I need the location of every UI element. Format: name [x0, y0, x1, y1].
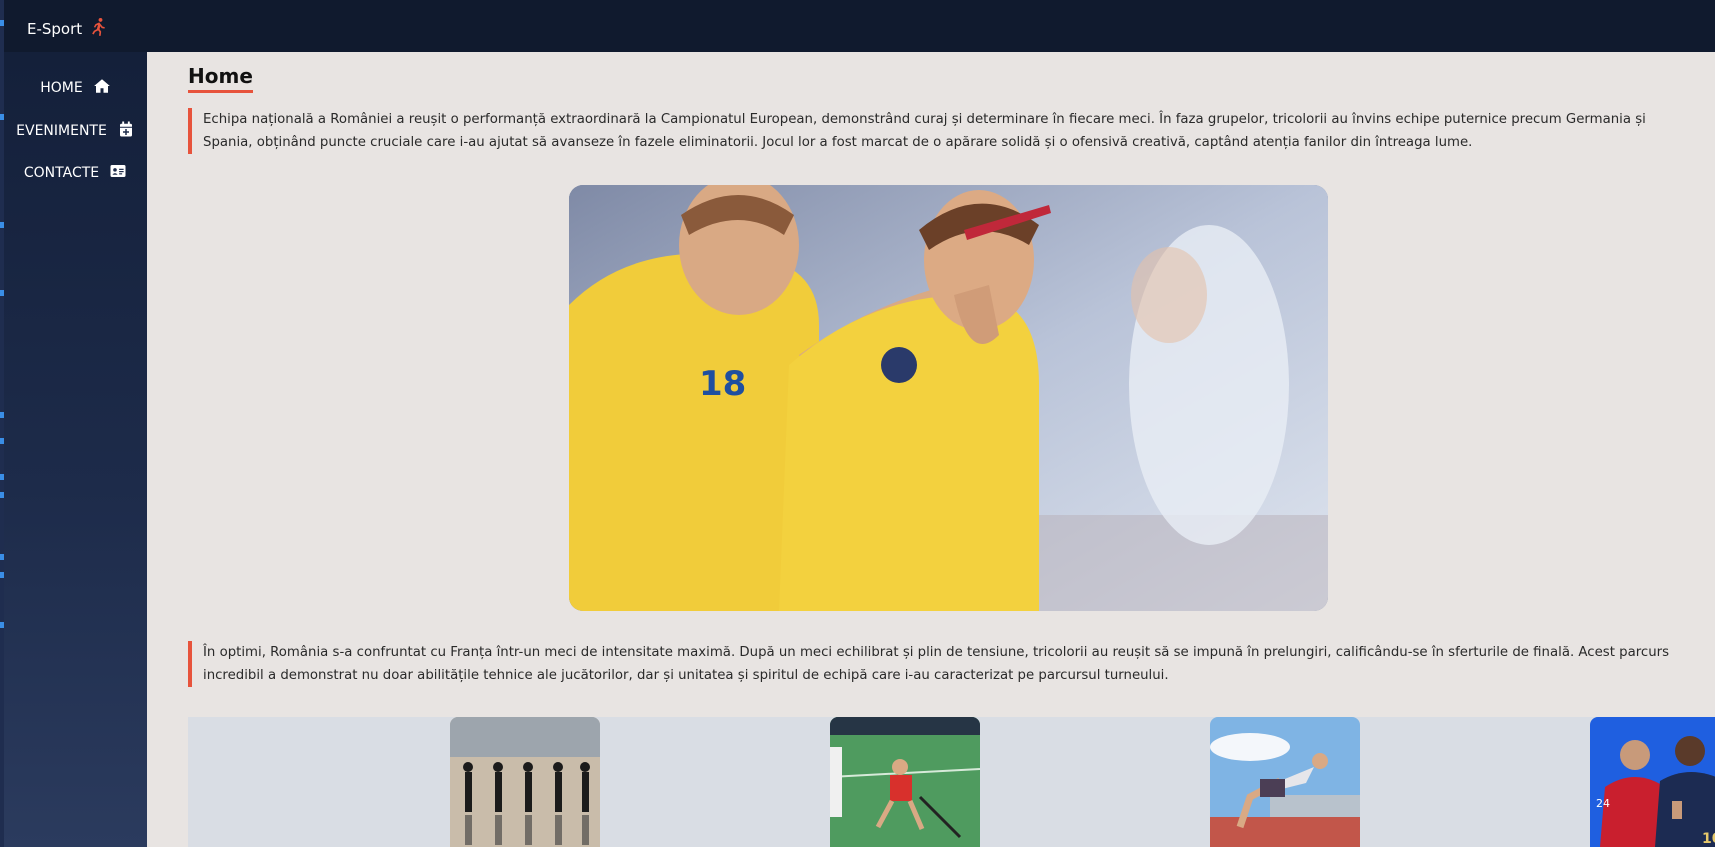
- gallery-image-runners[interactable]: [450, 717, 600, 847]
- calendar-plus-icon: [117, 120, 135, 142]
- top-navbar: E-Sport: [4, 0, 1715, 52]
- second-paragraph: În optimi, România s-a confruntat cu Fra…: [188, 641, 1698, 687]
- gallery-image-football-stars[interactable]: 24 10: [1590, 717, 1715, 847]
- sidebar-item-contacte[interactable]: CONTACTE: [4, 153, 147, 193]
- brand-logo[interactable]: E-Sport: [27, 17, 108, 41]
- sidebar-item-label: EVENIMENTE: [16, 123, 107, 139]
- home-icon: [93, 77, 111, 99]
- sidebar-item-label: CONTACTE: [23, 165, 100, 181]
- sidebar-item-label: HOME: [40, 80, 83, 96]
- intro-paragraph: Echipa națională a României a reușit o p…: [188, 108, 1698, 154]
- main-content: Home Echipa națională a României a reuși…: [147, 52, 1715, 847]
- sidebar-item-evenimente[interactable]: EVENIMENTE: [4, 111, 147, 151]
- sidebar: HOME EVENIMENTE CONTACTE: [4, 52, 147, 847]
- contact-card-icon: [109, 162, 127, 184]
- running-person-icon: [88, 17, 108, 41]
- svg-text:10: 10: [1702, 831, 1715, 847]
- gallery-image-sprinter[interactable]: [1210, 717, 1360, 847]
- svg-text:24: 24: [1596, 797, 1610, 810]
- sidebar-item-home[interactable]: HOME: [4, 68, 147, 108]
- hero-image: 18: [569, 185, 1328, 611]
- image-gallery: 24 10: [188, 717, 1715, 847]
- svg-text:18: 18: [699, 364, 746, 404]
- page-title: Home: [188, 64, 253, 93]
- brand-name: E-Sport: [27, 20, 83, 38]
- gallery-image-hockey[interactable]: [830, 717, 980, 847]
